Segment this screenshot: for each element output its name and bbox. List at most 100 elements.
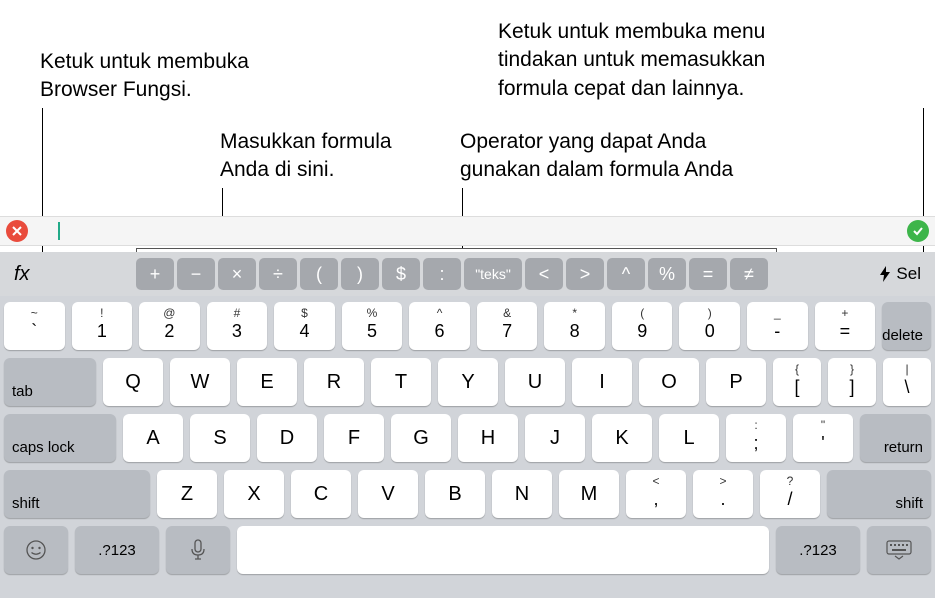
key-lbracket[interactable]: {[	[773, 358, 821, 406]
key-minus[interactable]: _-	[747, 302, 808, 350]
key-l[interactable]: L	[659, 414, 719, 462]
keyboard-row-4: shift Z X C V B N M <, >. ?/ shift	[4, 470, 931, 518]
op-caret[interactable]: ^	[607, 258, 645, 290]
op-lparen[interactable]: (	[300, 258, 338, 290]
op-lt[interactable]: <	[525, 258, 563, 290]
key-4[interactable]: $4	[274, 302, 335, 350]
callout-operators: Operator yang dapat Anda gunakan dalam f…	[460, 128, 780, 185]
op-eq[interactable]: =	[689, 258, 727, 290]
key-backtick[interactable]: ~`	[4, 302, 65, 350]
confirm-button[interactable]	[907, 220, 929, 242]
key-1[interactable]: !1	[72, 302, 133, 350]
key-9[interactable]: (9	[612, 302, 673, 350]
key-space[interactable]	[237, 526, 769, 574]
key-o[interactable]: O	[639, 358, 699, 406]
emoji-icon	[25, 539, 47, 561]
key-3[interactable]: #3	[207, 302, 268, 350]
keyboard-row-5: .?123 .?123	[4, 526, 931, 574]
key-capslock[interactable]: caps lock	[4, 414, 116, 462]
key-a[interactable]: A	[123, 414, 183, 462]
key-d[interactable]: D	[257, 414, 317, 462]
op-text[interactable]: "teks"	[464, 258, 522, 290]
key-backslash[interactable]: |\	[883, 358, 931, 406]
op-gt[interactable]: >	[566, 258, 604, 290]
key-s[interactable]: S	[190, 414, 250, 462]
key-m[interactable]: M	[559, 470, 619, 518]
key-x[interactable]: X	[224, 470, 284, 518]
check-icon	[912, 225, 924, 237]
cancel-button[interactable]	[6, 220, 28, 242]
key-shift-left[interactable]: shift	[4, 470, 150, 518]
op-multiply[interactable]: ×	[218, 258, 256, 290]
key-shift-right[interactable]: shift	[827, 470, 931, 518]
key-6[interactable]: ^6	[409, 302, 470, 350]
key-p[interactable]: P	[706, 358, 766, 406]
key-slash[interactable]: ?/	[760, 470, 820, 518]
key-i[interactable]: I	[572, 358, 632, 406]
op-plus[interactable]: +	[136, 258, 174, 290]
key-h[interactable]: H	[458, 414, 518, 462]
operator-toolbar: fx + − × ÷ ( ) $ : "teks" < > ^ % = ≠ Se…	[0, 252, 935, 296]
key-v[interactable]: V	[358, 470, 418, 518]
key-z[interactable]: Z	[157, 470, 217, 518]
key-comma[interactable]: <,	[626, 470, 686, 518]
callout-fx: Ketuk untuk membuka Browser Fungsi.	[40, 48, 300, 105]
key-dictation[interactable]	[166, 526, 230, 574]
key-u[interactable]: U	[505, 358, 565, 406]
close-icon	[11, 225, 23, 237]
key-y[interactable]: Y	[438, 358, 498, 406]
key-w[interactable]: W	[170, 358, 230, 406]
mic-icon	[190, 539, 206, 561]
op-dollar[interactable]: $	[382, 258, 420, 290]
lightning-icon	[878, 265, 892, 283]
formula-input-cursor[interactable]	[58, 222, 60, 240]
key-numeric-right[interactable]: .?123	[776, 526, 860, 574]
key-e[interactable]: E	[237, 358, 297, 406]
key-equals[interactable]: +=	[815, 302, 876, 350]
op-percent[interactable]: %	[648, 258, 686, 290]
key-rbracket[interactable]: }]	[828, 358, 876, 406]
keyboard-row-3: caps lock A S D F G H J K L :; "' return	[4, 414, 931, 462]
key-c[interactable]: C	[291, 470, 351, 518]
key-0[interactable]: )0	[679, 302, 740, 350]
key-f[interactable]: F	[324, 414, 384, 462]
sel-label: Sel	[896, 264, 921, 284]
key-hide-keyboard[interactable]	[867, 526, 931, 574]
key-emoji[interactable]	[4, 526, 68, 574]
op-neq[interactable]: ≠	[730, 258, 768, 290]
sel-menu-button[interactable]: Sel	[878, 264, 927, 284]
formula-bar	[0, 216, 935, 246]
operator-keys: + − × ÷ ( ) $ : "teks" < > ^ % = ≠	[136, 258, 768, 290]
callout-menu: Ketuk untuk membuka menu tindakan untuk …	[498, 18, 818, 103]
key-quote[interactable]: "'	[793, 414, 853, 462]
key-return[interactable]: return	[860, 414, 931, 462]
op-colon[interactable]: :	[423, 258, 461, 290]
key-j[interactable]: J	[525, 414, 585, 462]
key-period[interactable]: >.	[693, 470, 753, 518]
op-minus[interactable]: −	[177, 258, 215, 290]
op-divide[interactable]: ÷	[259, 258, 297, 290]
key-2[interactable]: @2	[139, 302, 200, 350]
key-semicolon[interactable]: :;	[726, 414, 786, 462]
fx-label: fx	[14, 263, 30, 285]
key-7[interactable]: &7	[477, 302, 538, 350]
leader-line	[222, 188, 223, 218]
key-delete[interactable]: delete	[882, 302, 931, 350]
keyboard-row-1: ~` !1 @2 #3 $4 %5 ^6 &7 *8 (9 )0 _- += d…	[4, 302, 931, 350]
key-n[interactable]: N	[492, 470, 552, 518]
key-q[interactable]: Q	[103, 358, 163, 406]
key-tab[interactable]: tab	[4, 358, 96, 406]
key-b[interactable]: B	[425, 470, 485, 518]
callout-formula: Masukkan formula Anda di sini.	[220, 128, 440, 185]
keyboard-hide-icon	[886, 540, 912, 560]
key-8[interactable]: *8	[544, 302, 605, 350]
key-numeric-left[interactable]: .?123	[75, 526, 159, 574]
key-5[interactable]: %5	[342, 302, 403, 350]
fx-button[interactable]: fx	[8, 263, 48, 286]
key-g[interactable]: G	[391, 414, 451, 462]
keyboard-row-2: tab Q W E R T Y U I O P {[ }] |\	[4, 358, 931, 406]
key-t[interactable]: T	[371, 358, 431, 406]
key-r[interactable]: R	[304, 358, 364, 406]
op-rparen[interactable]: )	[341, 258, 379, 290]
key-k[interactable]: K	[592, 414, 652, 462]
